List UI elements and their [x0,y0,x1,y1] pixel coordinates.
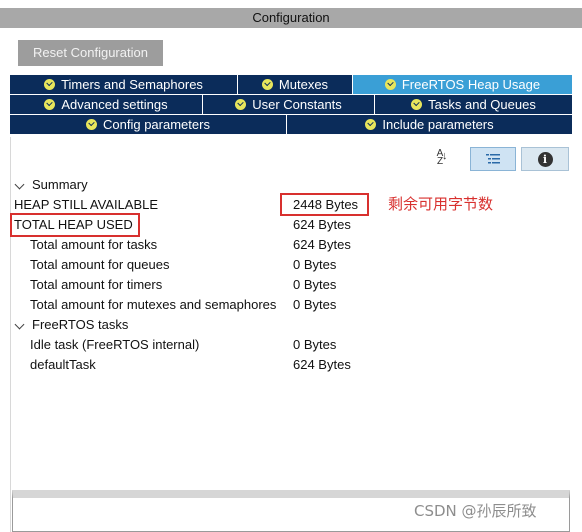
total-heap-used-value: 624 Bytes [293,217,351,232]
tab-row-1: Timers and Semaphores Mutexes FreeRTOS H… [10,75,572,95]
default-task-value: 624 Bytes [293,357,351,372]
tab-label: Include parameters [382,117,494,132]
sort-az-icon[interactable]: A Z ↓ [432,149,448,168]
queues-amount-label: Total amount for queues [30,257,170,272]
tab-label: FreeRTOS Heap Usage [401,77,541,92]
queues-amount-value: 0 Bytes [293,257,337,272]
highlight-box-total-heap [10,213,140,237]
check-icon [86,119,98,130]
info-button[interactable]: i [521,147,569,171]
tab-label: Advanced settings [61,97,168,112]
tab-row-3: Config parameters Include parameters [10,115,572,135]
tab-user-constants[interactable]: User Constants [203,95,375,115]
tab-label: Timers and Semaphores [61,77,203,92]
tasks-amount-value: 624 Bytes [293,237,351,252]
reset-configuration-button[interactable]: Reset Configuration [18,40,163,66]
heap-still-available-label: HEAP STILL AVAILABLE [14,197,159,212]
list-view-icon[interactable] [470,147,516,171]
tab-label: Config parameters [103,117,210,132]
tab-include-parameters[interactable]: Include parameters [287,115,572,135]
check-icon [261,79,273,90]
idle-task-label: Idle task (FreeRTOS internal) [30,337,200,352]
tab-config-parameters[interactable]: Config parameters [10,115,287,135]
highlight-box-heap-available [280,193,369,216]
tab-label: Mutexes [278,77,329,92]
mutexes-amount-value: 0 Bytes [293,297,337,312]
tab-freertos-heap-usage[interactable]: FreeRTOS Heap Usage [353,75,572,95]
window-title: Configuration [0,8,582,28]
tab-tasks-and-queues[interactable]: Tasks and Queues [375,95,572,115]
tab-row-2: Advanced settings User Constants Tasks a… [10,95,572,115]
mutexes-amount-label: Total amount for mutexes and semaphores [30,297,277,312]
check-icon [384,79,396,90]
timers-amount-value: 0 Bytes [293,277,337,292]
tab-advanced-settings[interactable]: Advanced settings [10,95,203,115]
summary-group-label[interactable]: Summary [32,175,88,195]
list-lines-icon [486,154,500,164]
timers-amount-label: Total amount for timers [30,277,163,292]
check-icon [235,99,247,110]
idle-task-value: 0 Bytes [293,337,337,352]
freertos-tasks-group-label[interactable]: FreeRTOS tasks [32,315,128,335]
check-icon [411,99,423,110]
config-tabs: Timers and Semaphores Mutexes FreeRTOS H… [10,75,572,135]
tab-label: Tasks and Queues [428,97,536,112]
annotation-remaining-bytes: 剩余可用字节数 [388,195,494,213]
check-icon [365,119,377,130]
info-icon: i [537,151,553,167]
default-task-label: defaultTask [30,357,96,372]
tasks-amount-label: Total amount for tasks [30,237,158,252]
check-icon [44,99,56,110]
check-icon [44,79,56,90]
chevron-down-icon[interactable] [15,181,25,191]
chevron-down-icon[interactable] [15,321,25,331]
tab-label: User Constants [252,97,342,112]
tab-mutexes[interactable]: Mutexes [238,75,353,95]
watermark: CSDN @孙辰所致 [414,502,537,520]
tab-timers-and-semaphores[interactable]: Timers and Semaphores [10,75,238,95]
